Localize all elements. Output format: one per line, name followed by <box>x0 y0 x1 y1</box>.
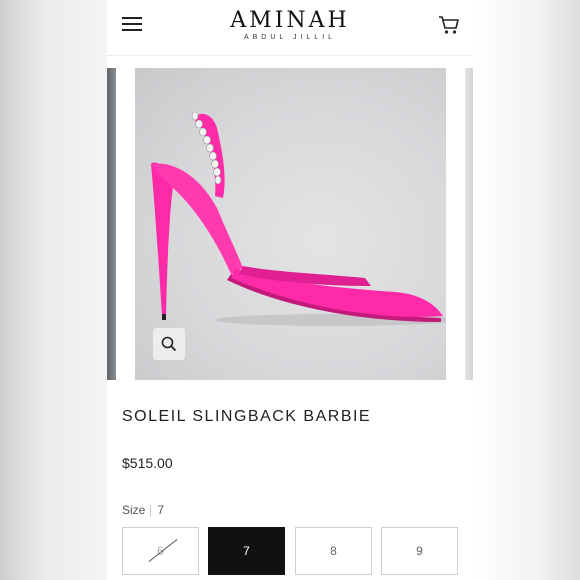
size-option-9[interactable]: 9 <box>381 527 458 575</box>
brand-logo[interactable]: AMINAH ABDUL JILLIL <box>190 8 390 42</box>
zoom-button[interactable] <box>153 328 185 360</box>
brand-name: AMINAH <box>230 8 350 33</box>
background-right <box>473 0 580 580</box>
size-label: Size <box>122 503 146 517</box>
shopping-cart-icon[interactable] <box>438 14 460 36</box>
product-title: SOLEIL SLINGBACK BARBIE <box>122 408 372 425</box>
size-options: 6 7 8 9 <box>122 527 458 575</box>
divider <box>150 504 152 517</box>
size-option-label: 8 <box>330 544 337 558</box>
size-option-label: 7 <box>243 544 250 558</box>
size-option-7[interactable]: 7 <box>208 527 285 575</box>
product-price: $515.00 <box>122 455 173 471</box>
size-option-8[interactable]: 8 <box>295 527 372 575</box>
brand-tagline: ABDUL JILLIL <box>243 34 337 41</box>
size-option-label: 9 <box>416 544 423 558</box>
site-header: AMINAH ABDUL JILLIL <box>107 0 473 56</box>
previous-slide-peek[interactable] <box>107 68 116 380</box>
next-slide-peek[interactable] <box>465 68 473 380</box>
hamburger-menu-icon[interactable] <box>122 16 142 32</box>
mobile-page: AMINAH ABDUL JILLIL SOLEIL SLINGBACK BAR… <box>107 0 473 580</box>
size-label-row: Size 7 <box>122 503 164 517</box>
magnifier-icon <box>161 336 177 352</box>
product-image[interactable] <box>135 68 446 380</box>
size-option-6[interactable]: 6 <box>122 527 199 575</box>
product-image-carousel[interactable] <box>107 68 473 380</box>
selected-size-value: 7 <box>157 503 165 517</box>
sold-out-strike <box>148 539 178 562</box>
